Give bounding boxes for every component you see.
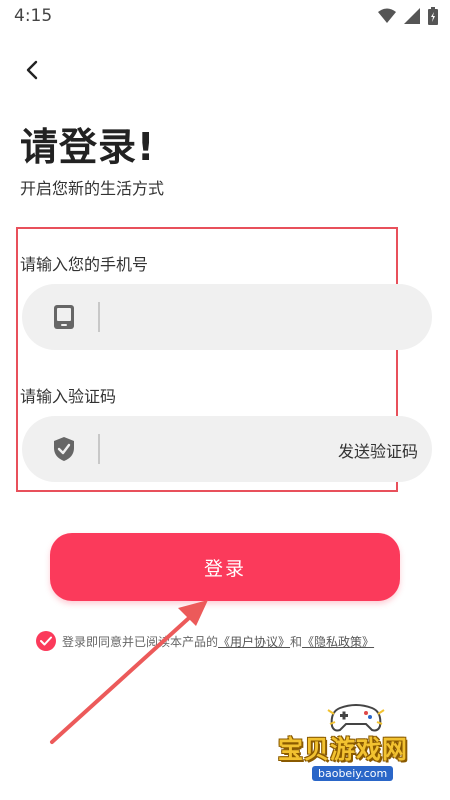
phone-icon [52, 304, 76, 330]
wifi-icon [378, 8, 396, 23]
back-button[interactable] [18, 56, 46, 84]
login-button[interactable]: 登录 [50, 533, 400, 601]
phone-field-label: 请输入您的手机号 [20, 255, 149, 274]
signal-icon [404, 8, 420, 24]
status-icons [378, 7, 438, 25]
phone-field[interactable] [22, 284, 432, 350]
battery-icon [428, 7, 438, 25]
page-subtitle: 开启您新的生活方式 [20, 179, 165, 198]
code-field[interactable]: 发送验证码 [22, 416, 432, 482]
code-field-label: 请输入验证码 [20, 387, 117, 406]
agreement-text: 登录即同意并已阅读本产品的《用户协议》和《隐私政策》 [62, 633, 374, 650]
agreement-prefix: 登录即同意并已阅读本产品的 [62, 634, 219, 649]
privacy-policy-link[interactable]: 《隐私政策》 [302, 635, 374, 649]
phone-input[interactable] [112, 284, 412, 350]
watermark-text: 宝贝游戏网 [278, 735, 409, 764]
watermark-url: baobeiy.com [312, 766, 394, 781]
agreement-row: 登录即同意并已阅读本产品的《用户协议》和《隐私政策》 [36, 631, 374, 651]
send-code-button[interactable]: 发送验证码 [338, 438, 418, 462]
page-title: 请登录! [20, 125, 156, 169]
field-divider [98, 302, 100, 332]
checkmark-icon [40, 636, 52, 646]
user-agreement-link[interactable]: 《用户协议》 [218, 635, 290, 649]
field-divider [98, 434, 100, 464]
shield-check-icon [52, 436, 76, 462]
status-time: 4:15 [14, 6, 53, 26]
agreement-conjunction: 和 [290, 634, 303, 649]
watermark-logo: 宝贝游戏网 baobeiy.com [270, 700, 440, 790]
agreement-checkbox[interactable] [36, 631, 56, 651]
status-bar: 4:15 [0, 0, 450, 32]
code-input[interactable] [112, 416, 322, 482]
back-arrow-icon [26, 60, 38, 80]
